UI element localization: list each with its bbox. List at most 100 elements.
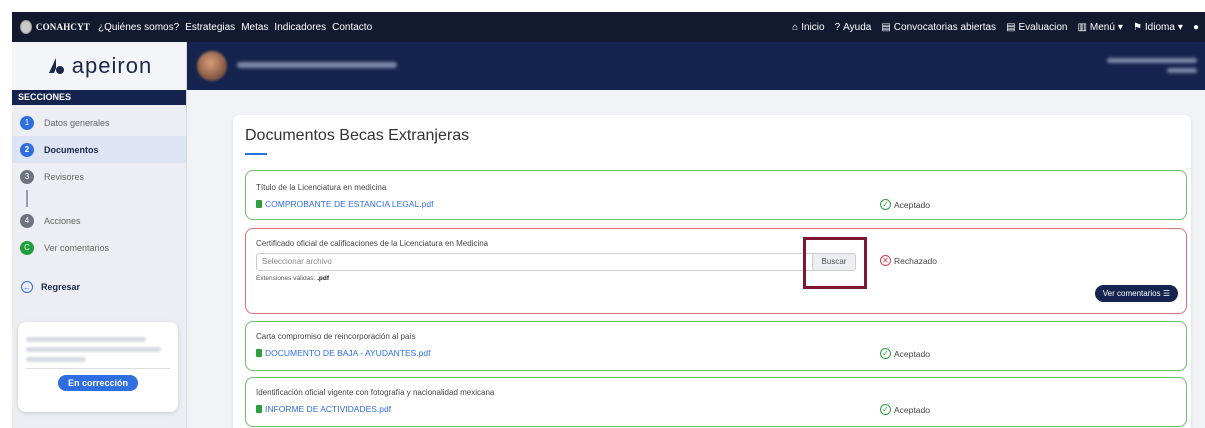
check-circle-icon: ✓ [880,404,891,415]
document-item-rejected: Certificado oficial de calificaciones de… [245,228,1187,314]
step-number: 1 [20,115,34,130]
document-item: Identificación oficial vigente con fotog… [245,377,1187,427]
nav-inicio-label: Inicio [801,21,825,33]
redacted-text [26,337,146,342]
ver-comentarios-button[interactable]: Ver comentarios ☰ [1094,285,1178,302]
flag-icon: ⚑ [1132,21,1142,33]
file-icon [256,200,262,208]
user-icon[interactable]: ● [1193,22,1199,33]
profile-header [187,42,1205,90]
step-label: Ver comentarios [44,242,110,253]
file-name: DOCUMENTO DE BAJA - AYUDANTES.pdf [265,348,431,358]
nav-link-quienes-somos[interactable]: ¿Quiénes somos? [98,22,179,33]
file-name: COMPROBANTE DE ESTANCIA LEGAL.pdf [265,199,434,209]
back-label: Regresar [41,282,81,292]
extensions-value: .pdf [317,275,329,282]
document-label: Carta compromiso de reincorporación al p… [256,332,416,341]
menu-icon: ▥ [1077,21,1087,33]
status-label: Aceptado [894,199,930,210]
nav-link-estrategias[interactable]: Estrategias [185,22,235,33]
seal-icon [20,20,32,34]
list-icon: ☰ [1162,289,1170,298]
step-documentos[interactable]: 2 Documentos [12,136,186,163]
nav-idioma-label: Idioma [1144,21,1175,33]
document-icon: ▤ [1006,21,1016,33]
apeiron-logo[interactable]: apeiron [12,42,186,90]
nav-link-contacto[interactable]: Contacto [332,22,372,33]
document-label: Título de la Licenciatura en medicina [256,183,387,192]
main-content: Documentos Becas Extranjeras Título de l… [187,90,1205,428]
status-badge: En corrección [58,375,138,391]
nav-right: ⌂ Inicio ? Ayuda ▤ Convocatorias abiertas ▤… [792,22,1199,33]
nav-menu[interactable]: ▥ Menú ▾ [1077,22,1123,33]
brand-text: CONAHCYT [35,22,90,32]
document-label: Certificado oficial de calificaciones de… [256,239,489,248]
redacted-user-name [237,62,397,68]
document-file-link[interactable]: DOCUMENTO DE BAJA - AYUDANTES.pdf [256,348,430,358]
step-label: Acciones [44,215,81,226]
arrow-left-icon: ← [21,281,33,293]
chevron-down-icon: ▾ [1117,21,1123,33]
step-datos-generales[interactable]: 1 Datos generales [12,109,186,136]
step-number: 2 [20,142,34,157]
sidebar: apeiron SECCIONES 1 Datos generales 2 Do… [12,42,187,428]
document-file-link[interactable]: COMPROBANTE DE ESTANCIA LEGAL.pdf [256,199,433,209]
nav-menu-label: Menú [1089,21,1115,33]
user-card: En corrección [18,322,178,412]
document-label: Identificación oficial vigente con fotog… [256,388,495,397]
button-label: Ver comentarios [1102,289,1161,298]
status-accepted: ✓ Aceptado [880,404,930,415]
redacted-id [1167,68,1197,73]
status-label: Aceptado [894,348,930,359]
top-navbar: CONAHCYT ¿Quiénes somos? Estrategias Met… [12,12,1205,42]
status-rejected: ✕ Rechazado [880,255,937,266]
nav-ayuda-label: Ayuda [843,21,872,33]
check-circle-icon: ✓ [880,348,891,359]
annotation-highlight-box [803,237,867,289]
nav-idioma[interactable]: ⚑ Idioma ▾ [1133,22,1183,33]
x-circle-icon: ✕ [880,255,891,266]
step-acciones[interactable]: 4 Acciones [12,207,186,234]
step-ver-comentarios[interactable]: C Ver comentarios [12,234,186,261]
nav-inicio[interactable]: ⌂ Inicio [792,22,824,33]
redacted-text [26,357,86,362]
step-connector [26,190,28,207]
step-revisores[interactable]: 3 Revisores [12,163,186,190]
document-file-link[interactable]: INFORME DE ACTIVIDADES.pdf [256,404,391,414]
page-title: Documentos Becas Extranjeras [245,127,470,144]
brand-logo[interactable]: CONAHCYT [20,20,90,34]
document-icon: ▤ [881,21,891,33]
avatar [197,51,227,81]
document-item: Carta compromiso de reincorporación al p… [245,321,1187,371]
step-label: Datos generales [44,117,110,128]
sections-header: SECCIONES [12,90,186,105]
nav-convocatorias[interactable]: ▤ Convocatorias abiertas [881,22,996,33]
file-icon [256,349,262,357]
documents-panel: Documentos Becas Extranjeras Título de l… [233,115,1191,428]
step-number: C [20,240,34,255]
nav-links: ¿Quiénes somos? Estrategias Metas Indica… [98,22,372,33]
logo-text: apeiron [71,53,153,78]
chevron-down-icon: ▾ [1177,21,1183,33]
nav-evaluacion[interactable]: ▤ Evaluacion [1006,22,1067,33]
nav-ayuda[interactable]: ? Ayuda [835,22,872,33]
status-label: Rechazado [894,255,938,266]
nav-evaluacion-label: Evaluacion [1018,21,1068,33]
file-input[interactable]: Seleccionar archivo [256,253,816,271]
status-accepted: ✓ Aceptado [880,348,930,359]
home-icon: ⌂ [792,21,799,33]
back-button[interactable]: ← Regresar [12,281,186,293]
divider [26,368,170,369]
help-icon: ? [834,21,841,33]
step-number: 4 [20,213,34,228]
file-name: INFORME DE ACTIVIDADES.pdf [265,404,392,414]
file-icon [256,405,262,413]
status-accepted: ✓ Aceptado [880,199,930,210]
nav-convocatorias-label: Convocatorias abiertas [893,21,997,33]
status-label: Aceptado [894,404,930,415]
nav-link-metas[interactable]: Metas [241,22,268,33]
nav-link-indicadores[interactable]: Indicadores [274,22,326,33]
step-number: 3 [20,169,34,184]
step-label: Documentos [44,144,99,155]
extensions-prefix: Extensiones válidas: [256,275,316,282]
